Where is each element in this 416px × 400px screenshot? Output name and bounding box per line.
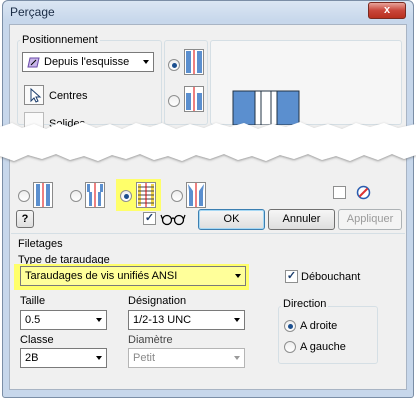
thread-type-value: Taraudages de vis unifiés ANSI bbox=[25, 270, 178, 282]
designation-select[interactable]: 1/2-13 UNC bbox=[128, 310, 245, 330]
close-button[interactable]: x bbox=[368, 2, 406, 19]
counterbore-hole-icon bbox=[85, 182, 105, 208]
diameter-value: Petit bbox=[133, 352, 156, 364]
hole-preview bbox=[210, 40, 402, 125]
close-icon: x bbox=[383, 4, 391, 16]
appearance-icon[interactable] bbox=[356, 185, 371, 200]
class-label: Classe bbox=[20, 334, 54, 346]
chevron-down-icon bbox=[234, 356, 240, 360]
pointer-icon bbox=[30, 87, 42, 103]
direction-label: Direction bbox=[281, 298, 329, 310]
sketch-icon bbox=[27, 57, 40, 68]
class-select[interactable]: 2B bbox=[20, 348, 107, 368]
tapped-hole-icon bbox=[136, 182, 156, 208]
apply-button[interactable]: Appliquer bbox=[338, 209, 402, 230]
diameter-select[interactable]: Petit bbox=[128, 348, 245, 368]
direction-left-label: A gauche bbox=[300, 341, 346, 353]
positioning-label: Positionnement bbox=[20, 34, 100, 46]
hole-type-radio-countersink[interactable] bbox=[171, 190, 183, 202]
check-icon: ✓ bbox=[144, 212, 155, 224]
preview-checkbox[interactable]: ✓ bbox=[143, 212, 156, 225]
hole-type-radio-tapped[interactable] bbox=[120, 190, 132, 202]
through-label: Débouchant bbox=[301, 271, 361, 283]
help-button[interactable]: ? bbox=[16, 210, 34, 228]
size-value: 0.5 bbox=[25, 314, 41, 326]
torn-paper-cut bbox=[0, 115, 416, 169]
direction-left-radio[interactable] bbox=[284, 341, 296, 353]
class-value: 2B bbox=[25, 352, 39, 364]
designation-value: 1/2-13 UNC bbox=[133, 314, 192, 326]
termination-radio-2[interactable] bbox=[168, 95, 180, 107]
placement-value: Depuis l'esquisse bbox=[44, 56, 130, 68]
hole-icon bbox=[184, 49, 204, 75]
centers-button[interactable] bbox=[24, 85, 44, 105]
termination-radio-1[interactable] bbox=[168, 59, 180, 71]
extra-option-checkbox[interactable] bbox=[333, 186, 346, 199]
hole-icon bbox=[184, 86, 204, 112]
ok-button[interactable]: OK bbox=[198, 209, 265, 230]
help-icon: ? bbox=[21, 213, 29, 225]
threads-section-label: Filetages bbox=[18, 238, 63, 250]
chevron-down-icon bbox=[143, 60, 149, 64]
hole-type-radio-drilled[interactable] bbox=[18, 190, 30, 202]
chevron-down-icon bbox=[235, 274, 241, 278]
countersink-hole-icon bbox=[186, 182, 206, 208]
size-select[interactable]: 0.5 bbox=[20, 310, 107, 330]
chevron-down-icon bbox=[234, 318, 240, 322]
size-label: Taille bbox=[20, 295, 46, 307]
direction-group bbox=[278, 306, 378, 364]
cancel-button[interactable]: Annuler bbox=[268, 209, 335, 230]
direction-right-radio[interactable] bbox=[284, 320, 296, 332]
glasses-icon[interactable] bbox=[160, 211, 186, 226]
window-title: Perçage bbox=[10, 5, 55, 19]
thread-type-select[interactable]: Taraudages de vis unifiés ANSI bbox=[20, 266, 246, 286]
chevron-down-icon bbox=[96, 318, 102, 322]
section-divider bbox=[11, 233, 405, 234]
through-checkbox[interactable]: ✓ bbox=[285, 270, 298, 283]
designation-label: Désignation bbox=[128, 295, 187, 307]
check-icon: ✓ bbox=[286, 270, 297, 282]
centers-label: Centres bbox=[49, 90, 88, 102]
chevron-down-icon bbox=[96, 356, 102, 360]
hole-type-radio-counterbore[interactable] bbox=[70, 190, 82, 202]
placement-select[interactable]: Depuis l'esquisse bbox=[22, 52, 154, 72]
direction-right-label: A droite bbox=[300, 320, 338, 332]
diameter-label: Diamètre bbox=[128, 334, 173, 346]
drilled-hole-icon bbox=[33, 182, 53, 208]
